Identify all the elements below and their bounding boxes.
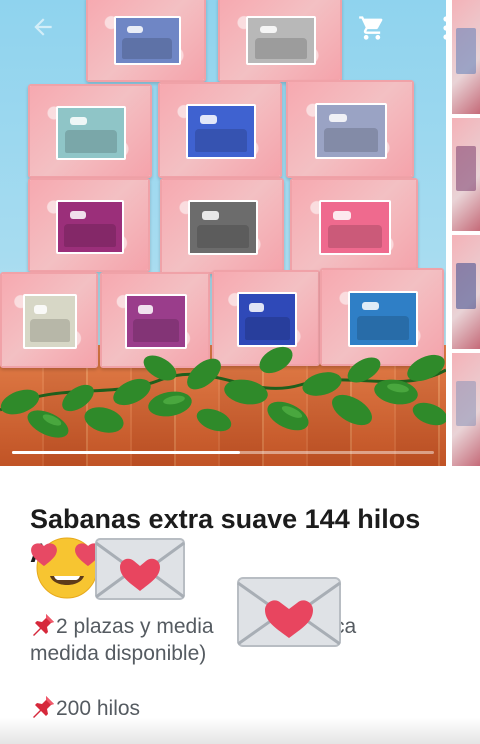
sheet-box — [286, 80, 414, 178]
love-letter-emoji-icon — [95, 538, 185, 600]
photo-gallery[interactable] — [0, 0, 480, 466]
sheet-box — [100, 272, 210, 368]
description-text: 200 hilos — [56, 697, 141, 720]
description-line: medida disponible) — [30, 640, 206, 668]
love-letter-emoji-icon — [237, 577, 341, 647]
sheet-box — [0, 272, 98, 368]
photo-thumbnail[interactable] — [452, 117, 480, 231]
sheet-box — [28, 178, 150, 272]
photo-thumbnail[interactable] — [452, 235, 480, 349]
description-text: medida disponible) — [30, 642, 207, 665]
cart-button[interactable] — [356, 12, 388, 44]
top-app-bar — [0, 0, 480, 56]
sheet-box — [212, 270, 320, 366]
description-text: 2 plazas y media — [56, 615, 214, 638]
pushpin-icon — [33, 614, 54, 636]
sheet-box — [160, 178, 284, 274]
bottom-fade — [0, 718, 480, 744]
product-photo[interactable] — [0, 0, 446, 466]
sheet-box — [290, 178, 418, 274]
more-vert-icon — [443, 16, 449, 40]
photo-thumbnail[interactable] — [452, 352, 480, 466]
heart-eyes-emoji-icon — [31, 537, 101, 599]
sheet-box — [158, 82, 282, 178]
cart-icon — [359, 16, 383, 40]
pushpin-icon — [33, 696, 54, 718]
more-options-button[interactable] — [436, 12, 456, 44]
back-arrow-icon — [34, 18, 52, 36]
gallery-progress-fill — [12, 451, 240, 454]
sheet-box — [320, 268, 444, 366]
gallery-progress-bar — [12, 451, 434, 454]
back-button[interactable] — [28, 12, 58, 42]
sheet-box — [28, 84, 152, 178]
post-title: Sabanas extra suave 144 hilos — [30, 504, 421, 534]
next-photo-strip[interactable] — [452, 0, 480, 466]
